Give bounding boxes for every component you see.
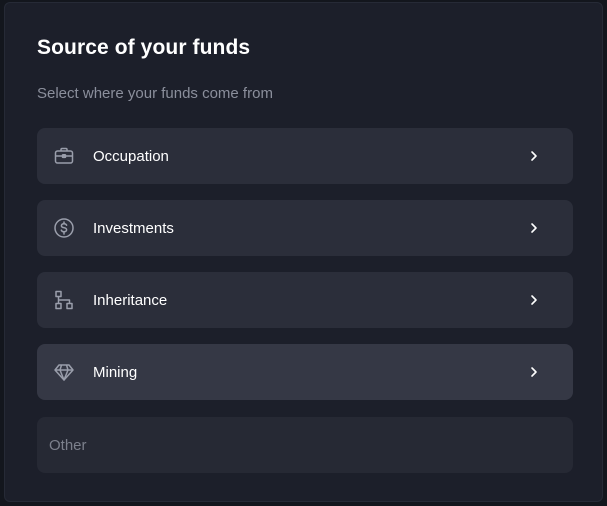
funds-source-panel: Source of your funds Select where your f… xyxy=(4,2,603,502)
option-occupation[interactable]: Occupation xyxy=(37,128,573,184)
hierarchy-icon xyxy=(53,289,75,311)
page-title: Source of your funds xyxy=(37,36,251,59)
option-investments[interactable]: Investments xyxy=(37,200,573,256)
option-mining[interactable]: Mining xyxy=(37,344,573,400)
chevron-right-icon xyxy=(527,221,541,235)
chevron-right-icon xyxy=(527,365,541,379)
chevron-right-icon xyxy=(527,293,541,307)
option-label: Occupation xyxy=(93,147,169,165)
chevron-right-icon xyxy=(527,149,541,163)
option-label: Investments xyxy=(93,219,174,237)
page-subtitle: Select where your funds come from xyxy=(37,85,273,102)
option-label: Mining xyxy=(93,363,138,381)
dollar-coin-icon xyxy=(53,217,75,239)
option-label: Inheritance xyxy=(93,291,168,309)
briefcase-icon xyxy=(53,145,75,167)
diamond-icon xyxy=(53,361,75,383)
other-input[interactable] xyxy=(37,417,573,473)
option-inheritance[interactable]: Inheritance xyxy=(37,272,573,328)
